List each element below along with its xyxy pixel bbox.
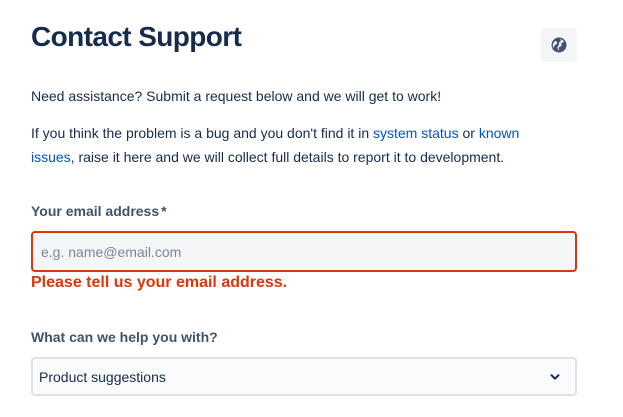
email-field[interactable] xyxy=(31,231,577,272)
bug-instructions-text-2: or xyxy=(458,125,479,141)
chevron-down-icon xyxy=(549,371,561,383)
help-label: What can we help you with? xyxy=(31,329,218,345)
bug-instructions-text-3: , raise it here and we will collect full… xyxy=(70,149,505,165)
intro-text: Need assistance? Submit a request below … xyxy=(31,88,442,104)
page-title: Contact Support xyxy=(31,21,242,52)
language-button[interactable] xyxy=(541,28,577,62)
help-topic-select[interactable]: Product suggestions xyxy=(31,357,577,396)
bug-instructions: If you think the problem is a bug and yo… xyxy=(31,121,551,169)
help-topic-selected-value: Product suggestions xyxy=(39,368,166,385)
required-marker: * xyxy=(161,203,167,219)
email-label-text: Your email address xyxy=(31,203,160,219)
bug-instructions-text-1: If you think the problem is a bug and yo… xyxy=(31,125,373,141)
email-error-message: Please tell us your email address. xyxy=(31,274,288,291)
globe-icon xyxy=(550,36,568,54)
email-label: Your email address * xyxy=(31,203,167,219)
system-status-link[interactable]: system status xyxy=(373,125,459,141)
